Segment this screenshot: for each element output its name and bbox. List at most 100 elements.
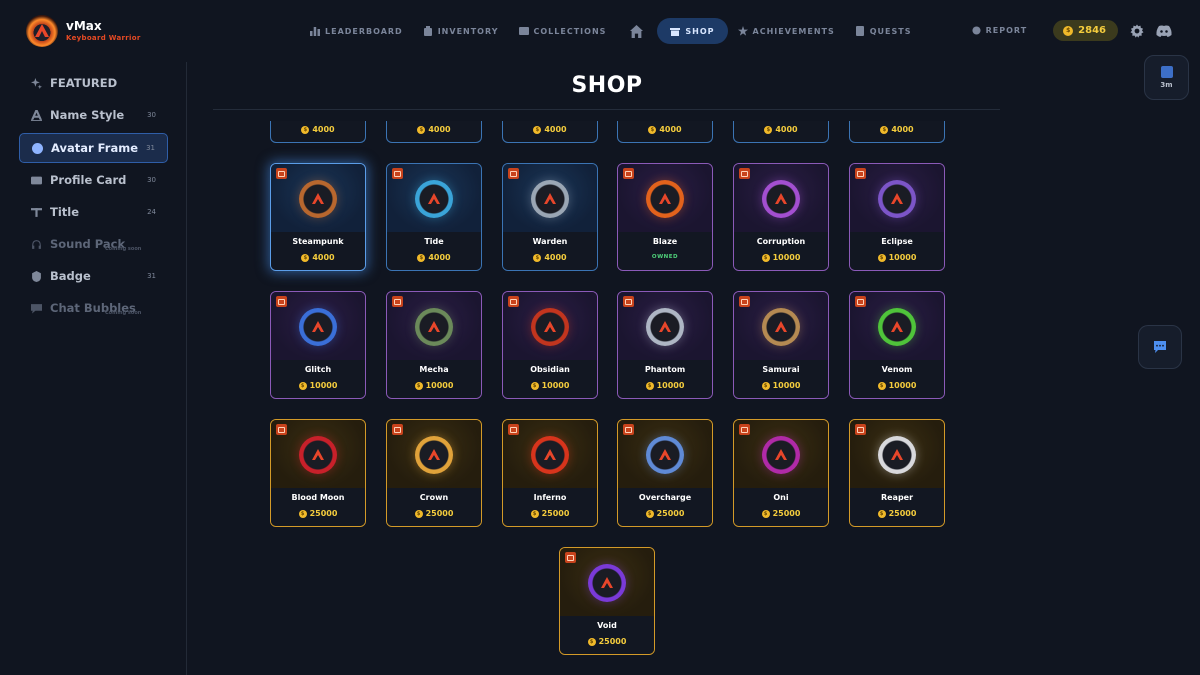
avatar-frame-icon <box>299 307 337 346</box>
chat-icon <box>1154 341 1166 353</box>
frame-type-badge-icon <box>276 296 287 307</box>
card-price-value: 25000 <box>656 509 685 518</box>
card-price-value: 25000 <box>425 509 454 518</box>
shop-card[interactable]: Tide $4000 <box>386 163 482 271</box>
shop-card[interactable]: Obsidian $10000 <box>502 291 598 399</box>
frame-type-badge-icon <box>276 168 287 179</box>
shop-card[interactable]: Blood Moon $25000 <box>270 419 366 527</box>
frame-type-badge-icon <box>623 168 634 179</box>
avatar[interactable] <box>26 15 58 47</box>
avatar-inner <box>306 186 330 211</box>
card-name: Overcharge <box>638 493 692 502</box>
sidebar-item-title[interactable]: Title 24 <box>19 197 168 227</box>
card-name: Crown <box>419 493 449 502</box>
card-price-value: 10000 <box>541 381 570 390</box>
coin-icon: $ <box>301 125 310 134</box>
coin-icon: $ <box>414 381 423 390</box>
sidebar-item-avatar-frame[interactable]: Avatar Frame 31 <box>19 133 168 163</box>
partial-card[interactable]: $4000 <box>617 121 713 143</box>
shop-card[interactable]: Void $25000 <box>559 547 655 655</box>
shop-card[interactable]: Steampunk $4000 <box>270 163 366 271</box>
shop-card[interactable]: Phantom $10000 <box>617 291 713 399</box>
frame-type-badge-icon <box>623 296 634 307</box>
nav-inventory[interactable]: INVENTORY <box>413 18 509 44</box>
coin-balance[interactable]: $ 2846 <box>1053 20 1118 41</box>
avatar-inner <box>769 442 793 467</box>
card-price-value: 4000 <box>544 125 567 134</box>
nav-quests[interactable]: QUESTS <box>845 18 922 44</box>
card-info: Inferno $25000 <box>503 488 597 526</box>
nav-achievements[interactable]: ACHIEVEMENTS <box>728 18 845 44</box>
sidebar-item-count: 31 <box>146 144 155 152</box>
shop-card[interactable]: Reaper $25000 <box>849 419 945 527</box>
nav-collections-label: COLLECTIONS <box>533 26 607 36</box>
shop-card[interactable]: Corruption $10000 <box>733 163 829 271</box>
sidebar-item-label: Profile Card <box>50 173 127 187</box>
partial-card[interactable]: $4000 <box>270 121 366 143</box>
card-name: Phantom <box>644 365 686 374</box>
logo-icon <box>428 192 440 204</box>
divider <box>213 109 1000 110</box>
shop-card[interactable]: Warden $4000 <box>502 163 598 271</box>
shop-card[interactable]: Glitch $10000 <box>270 291 366 399</box>
avatar-frame-icon <box>415 435 453 474</box>
sidebar-item-profile-card[interactable]: Profile Card 30 <box>19 165 168 195</box>
partial-card[interactable]: $4000 <box>386 121 482 143</box>
shop-card[interactable]: Overcharge $25000 <box>617 419 713 527</box>
sidebar-item-featured[interactable]: FEATURED <box>19 68 168 98</box>
coin-icon: $ <box>880 125 889 134</box>
sidebar: FEATURED Name Style 30 Avatar Frame 31 P… <box>0 62 187 675</box>
shop-card[interactable]: Venom $10000 <box>849 291 945 399</box>
logo-icon <box>428 448 440 460</box>
card-price: $25000 <box>387 509 481 518</box>
frame-type-badge-icon <box>855 168 866 179</box>
discord-icon[interactable] <box>1156 24 1172 38</box>
page-title: SHOP <box>571 73 643 98</box>
coin-icon: $ <box>645 381 654 390</box>
nav-leaderboard[interactable]: LEADERBOARD <box>300 18 413 44</box>
nav-home[interactable] <box>616 18 657 44</box>
partial-card[interactable]: $4000 <box>733 121 829 143</box>
shop-card[interactable]: Crown $25000 <box>386 419 482 527</box>
coin-icon: $ <box>533 253 542 262</box>
sidebar-item-name-style[interactable]: Name Style 30 <box>19 100 168 130</box>
frame-type-badge-icon <box>623 424 634 435</box>
sidebar-item-label: Avatar Frame <box>51 141 139 155</box>
avatar-inner <box>422 186 446 211</box>
card-price: $25000 <box>503 509 597 518</box>
user-profile[interactable]: vMax Keyboard Warrior <box>26 15 141 47</box>
avatar-frame-icon <box>762 179 800 218</box>
shop-card[interactable]: Inferno $25000 <box>502 419 598 527</box>
frame-type-badge-icon <box>855 424 866 435</box>
gear-icon[interactable] <box>1130 24 1144 38</box>
shop-card[interactable]: Samurai $10000 <box>733 291 829 399</box>
card-price-value: 10000 <box>772 381 801 390</box>
nav-shop[interactable]: SHOP <box>657 18 728 44</box>
chat-button[interactable] <box>1138 325 1182 369</box>
shop-card[interactable]: Oni $25000 <box>733 419 829 527</box>
partial-card[interactable]: $4000 <box>502 121 598 143</box>
nav-quests-label: QUESTS <box>869 26 912 36</box>
card-price-value: 25000 <box>541 509 570 518</box>
avatar-frame-icon <box>646 307 684 346</box>
report-button[interactable]: REPORT <box>972 26 1028 35</box>
card-info: Eclipse $10000 <box>850 232 944 270</box>
avatar-inner <box>769 314 793 339</box>
shop-card[interactable]: Blaze OWNED <box>617 163 713 271</box>
shop-card[interactable]: Eclipse $10000 <box>849 163 945 271</box>
partial-card[interactable]: $4000 <box>849 121 945 143</box>
sidebar-item-badge[interactable]: Badge 31 <box>19 261 168 291</box>
user-title: Keyboard Warrior <box>66 34 141 42</box>
frame-type-badge-icon <box>855 296 866 307</box>
card-icon <box>31 176 42 184</box>
nav-collections[interactable]: COLLECTIONS <box>509 18 617 44</box>
avatar-frame-icon <box>531 307 569 346</box>
badge-icon <box>32 270 41 282</box>
card-info: Blood Moon $25000 <box>271 488 365 526</box>
frame-type-badge-icon <box>508 168 519 179</box>
shop-card[interactable]: Mecha $10000 <box>386 291 482 399</box>
coin-icon: $ <box>417 125 426 134</box>
timer-button[interactable]: 3m <box>1144 55 1189 100</box>
card-name: Eclipse <box>881 237 913 246</box>
sidebar-item-chat-bubbles: Chat Bubbles Coming soon <box>19 293 168 323</box>
